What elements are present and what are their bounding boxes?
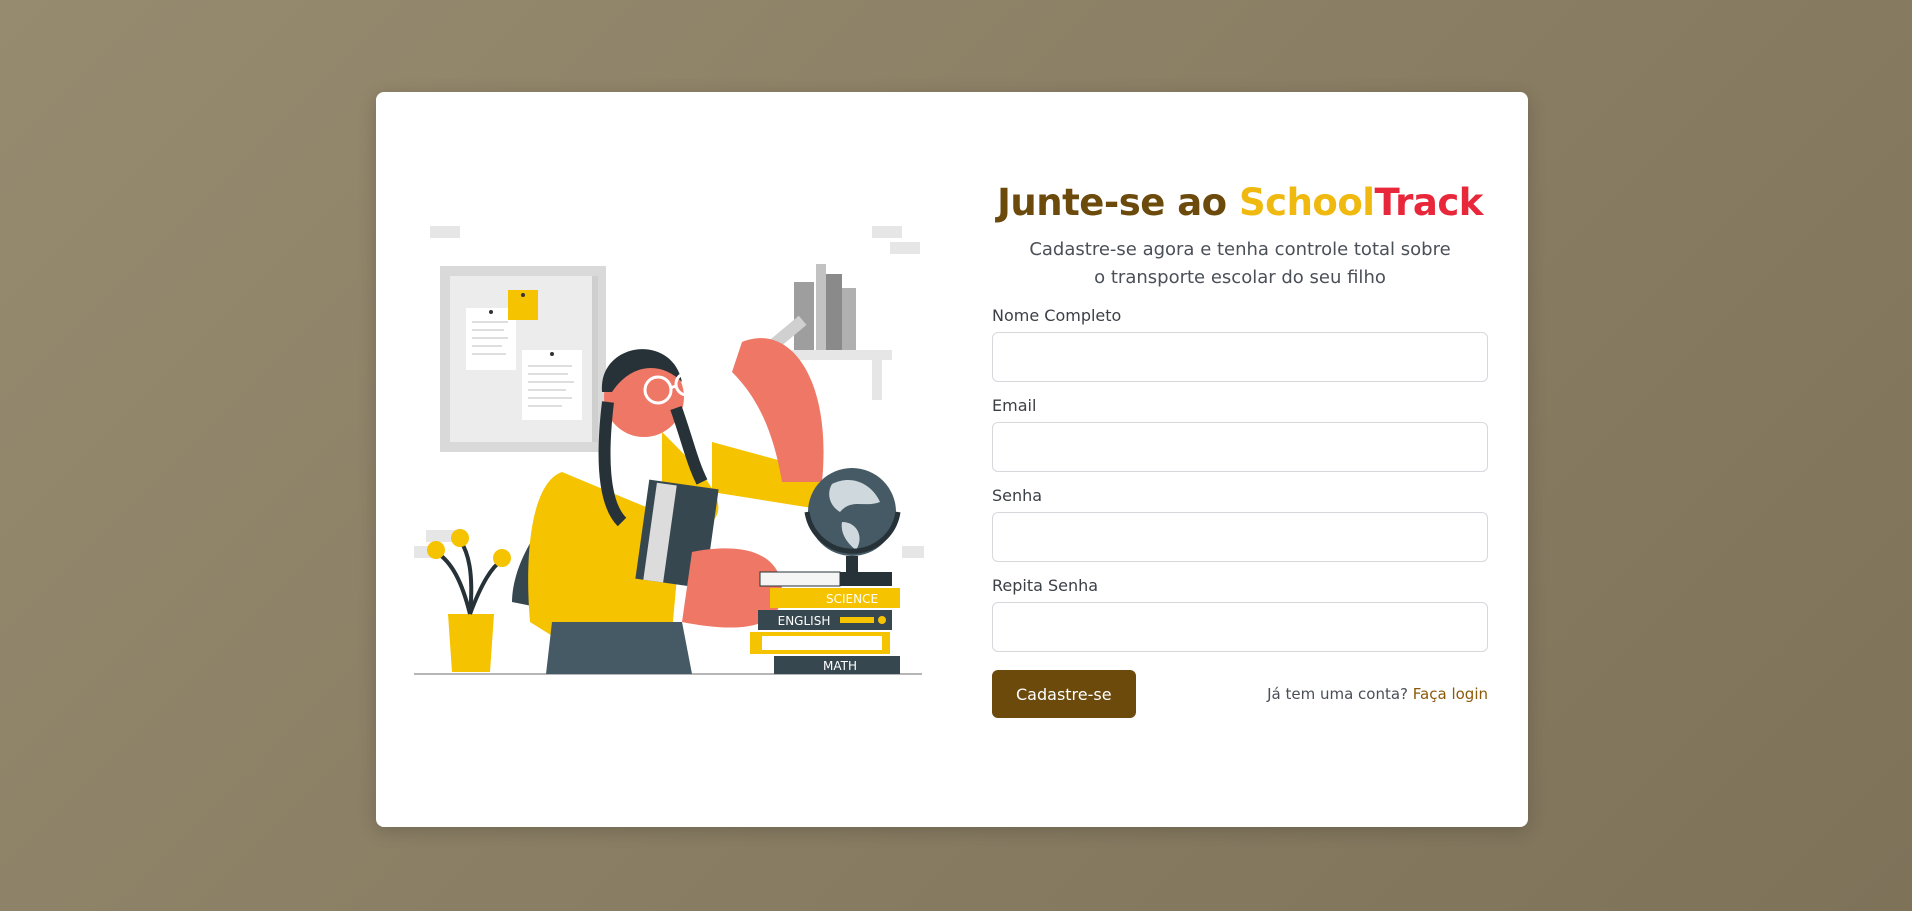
form-actions: Cadastre-se Já tem uma conta? Faça login [992, 670, 1488, 718]
signup-form: Junte-se ao SchoolTrack Cadastre-se agor… [992, 178, 1488, 718]
repeat-password-label: Repita Senha [992, 576, 1099, 595]
brand-school: School [1238, 181, 1375, 224]
email-label: Email [992, 396, 1037, 415]
brand-track: Track [1374, 181, 1483, 224]
email-input[interactable] [992, 422, 1488, 472]
title-prefix: Junte-se ao [997, 181, 1239, 224]
login-prompt-row: Já tem uma conta? Faça login [1267, 685, 1488, 703]
repeat-password-group: Repita Senha [992, 576, 1488, 652]
svg-text:SCIENCE: SCIENCE [826, 592, 878, 606]
page-title: Junte-se ao SchoolTrack [992, 178, 1488, 228]
signup-card: SCIENCE ENGLISH MATH Junte-se ao SchoolT… [376, 92, 1528, 827]
student-illustration: SCIENCE ENGLISH MATH [414, 226, 924, 675]
repeat-password-input[interactable] [992, 602, 1488, 652]
full-name-label: Nome Completo [992, 306, 1122, 325]
signup-button[interactable]: Cadastre-se [992, 670, 1136, 718]
svg-text:ENGLISH: ENGLISH [778, 614, 831, 628]
full-name-input[interactable] [992, 332, 1488, 382]
email-group: Email [992, 396, 1488, 472]
full-name-group: Nome Completo [992, 306, 1488, 382]
password-label: Senha [992, 486, 1043, 505]
login-link[interactable]: Faça login [1413, 685, 1488, 703]
password-group: Senha [992, 486, 1488, 562]
login-prompt: Já tem uma conta? [1267, 685, 1409, 703]
page-subtitle: Cadastre-se agora e tenha controle total… [1029, 239, 1451, 288]
password-input[interactable] [992, 512, 1488, 562]
svg-text:MATH: MATH [823, 659, 857, 673]
